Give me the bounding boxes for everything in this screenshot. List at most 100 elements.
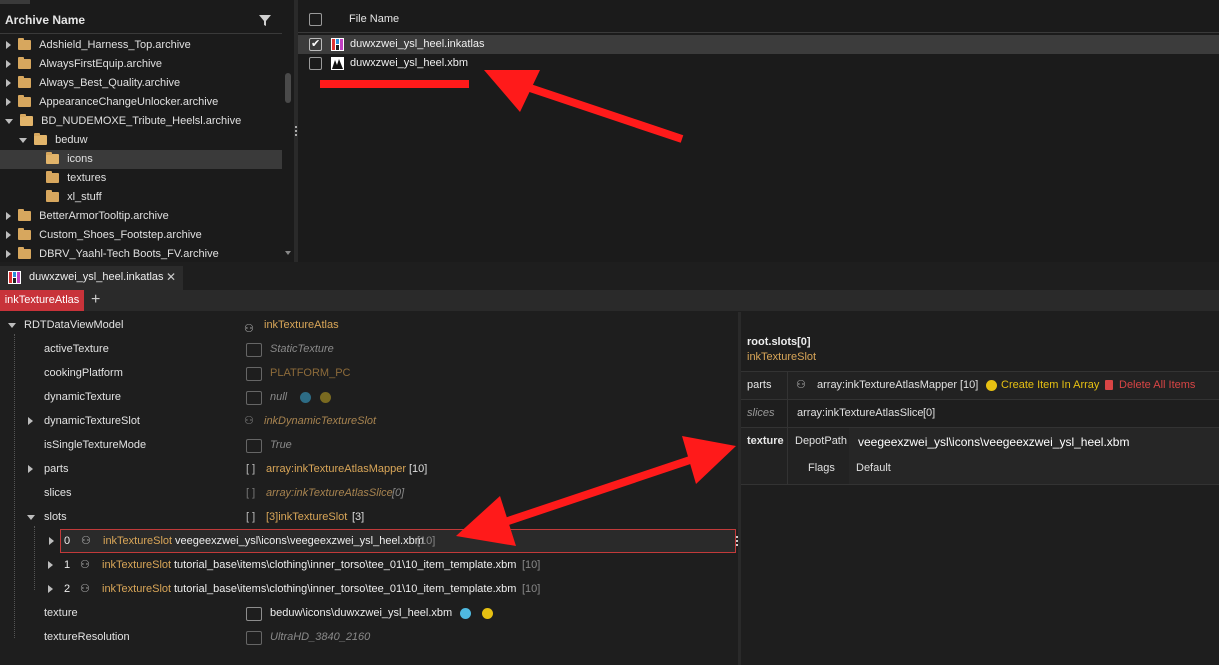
folder-item-label: textures	[67, 172, 107, 184]
expand-arrow-icon[interactable]	[28, 417, 33, 425]
close-tab-icon[interactable]: ✕	[166, 270, 176, 284]
folder-item-selected[interactable]: icons	[0, 150, 282, 169]
add-tab-icon[interactable]: +	[91, 291, 100, 309]
trash-icon[interactable]	[1105, 380, 1113, 390]
class-icon: ⚇	[80, 559, 90, 571]
file-row[interactable]: duwxzwei_ysl_heel.xbm	[298, 54, 1219, 73]
detail-count: [0]	[923, 407, 936, 419]
archive-item[interactable]: AlwaysFirstEquip.archive	[0, 55, 282, 74]
expand-arrow-icon[interactable]	[49, 537, 54, 545]
slot-row[interactable]: 1 ⚇ inkTextureSlot tutorial_base\items\c…	[0, 555, 738, 575]
archive-header[interactable]: Archive Name	[0, 7, 282, 34]
collapse-arrow-icon[interactable]	[5, 118, 13, 124]
scroll-down-icon[interactable]	[285, 251, 291, 255]
open-link-icon[interactable]	[300, 392, 311, 403]
go-back-icon[interactable]	[320, 392, 331, 403]
archive-item[interactable]: Adshield_Harness_Top.archive	[0, 36, 282, 55]
folder-open-icon	[20, 114, 34, 127]
property-row[interactable]: texture beduw\icons\duwxzwei_ysl_heel.xb…	[0, 603, 738, 623]
class-icon: ⚇	[244, 415, 254, 427]
expand-arrow-icon[interactable]	[6, 60, 11, 69]
property-row[interactable]: dynamicTextureSlot ⚇ inkDynamicTextureSl…	[0, 411, 738, 431]
open-link-icon[interactable]	[460, 608, 471, 619]
folder-item[interactable]: xl_stuff	[0, 188, 282, 207]
property-row[interactable]: slices [ ] array:inkTextureAtlasSlice [0…	[0, 483, 738, 503]
file-name-column-header[interactable]: File Name	[349, 13, 399, 25]
archive-item[interactable]: DBRV_Yaahl-Tech Boots_FV.archive	[0, 245, 282, 260]
document-tab[interactable]: duwxzwei_ysl_heel.inkatlas ✕	[0, 266, 183, 291]
select-all-checkbox[interactable]	[309, 13, 322, 26]
collapse-arrow-icon[interactable]	[27, 515, 35, 520]
folder-item[interactable]: beduw	[0, 131, 282, 150]
file-row[interactable]: ✔ duwxzwei_ysl_heel.inkatlas	[298, 35, 1219, 54]
property-name: dynamicTexture	[44, 391, 122, 403]
flags-value[interactable]: Default	[856, 462, 891, 474]
handle-icon	[246, 343, 262, 357]
go-back-icon[interactable]	[482, 608, 493, 619]
inkatlas-file-icon	[331, 38, 344, 51]
detail-label: texture	[747, 435, 784, 447]
expand-arrow-icon[interactable]	[6, 231, 11, 240]
expand-arrow-icon[interactable]	[6, 41, 11, 50]
property-value: True	[270, 439, 292, 451]
slot-path: tutorial_base\items\clothing\inner_torso…	[174, 583, 517, 595]
enum-icon	[246, 631, 262, 645]
archive-item-label: AppearanceChangeUnlocker.archive	[39, 96, 219, 108]
property-value: inkTextureAtlas	[264, 319, 339, 331]
detail-row-texture[interactable]: texture DepotPath veegeexzwei_ysl\icons\…	[741, 427, 1219, 485]
folder-icon	[18, 76, 32, 89]
archive-item[interactable]: BetterArmorTooltip.archive	[0, 207, 282, 226]
expand-arrow-icon[interactable]	[48, 561, 53, 569]
folder-icon	[18, 57, 32, 70]
property-row[interactable]: slots [ ] [3]inkTextureSlot [3]	[0, 507, 738, 527]
slot-row-selected[interactable]: 0 ⚇ inkTextureSlot veegeexzwei_ysl\icons…	[49, 529, 736, 553]
property-row[interactable]: cookingPlatform PLATFORM_PC	[0, 363, 738, 383]
property-row[interactable]: textureResolution UltraHD_3840_2160	[0, 627, 738, 647]
property-row[interactable]: dynamicTexture null	[0, 387, 738, 407]
collapse-arrow-icon[interactable]	[8, 323, 16, 328]
detail-panel	[741, 312, 1219, 665]
delete-all-button[interactable]: Delete All Items	[1119, 379, 1195, 391]
create-item-button[interactable]: Create Item In Array	[1001, 379, 1099, 391]
expand-arrow-icon[interactable]	[6, 98, 11, 107]
tree-root-row[interactable]: RDTDataViewModel ⚇ inkTextureAtlas	[0, 315, 738, 335]
depot-path-value[interactable]: veegeexzwei_ysl\icons\veegeexzwei_ysl_he…	[858, 435, 1129, 449]
slot-index: 2	[64, 583, 71, 595]
property-value: PLATFORM_PC	[270, 367, 351, 379]
archive-item[interactable]: BD_NUDEMOXE_Tribute_Heelsl.archive	[0, 112, 282, 131]
array-icon: [ ]	[246, 487, 256, 499]
property-row[interactable]: isSingleTextureMode True	[0, 435, 738, 455]
archive-scrollbar[interactable]	[284, 35, 292, 259]
archive-scrollbar-thumb[interactable]	[285, 73, 291, 103]
collapse-arrow-icon[interactable]	[19, 137, 27, 143]
file-checkbox[interactable]: ✔	[309, 38, 322, 51]
detail-row-slices[interactable]: slices array:inkTextureAtlasSlice [0]	[741, 399, 1219, 428]
slot-row[interactable]: 2 ⚇ inkTextureSlot tutorial_base\items\c…	[0, 579, 738, 599]
class-icon: ⚇	[796, 379, 806, 391]
property-row[interactable]: parts [ ] array:inkTextureAtlasMapper [1…	[0, 459, 738, 479]
add-circle-icon[interactable]	[986, 380, 997, 391]
expand-arrow-icon[interactable]	[6, 212, 11, 221]
property-row[interactable]: activeTexture StaticTexture	[0, 339, 738, 359]
expand-arrow-icon[interactable]	[28, 465, 33, 473]
archive-item[interactable]: Custom_Shoes_Footstep.archive	[0, 226, 282, 245]
expand-arrow-icon[interactable]	[6, 79, 11, 88]
inkatlas-file-icon	[8, 271, 21, 284]
enum-icon	[246, 367, 262, 381]
folder-item[interactable]: textures	[0, 169, 282, 188]
property-name: slices	[44, 487, 72, 499]
subtab-inktextureatlas[interactable]: inkTextureAtlas	[0, 290, 84, 311]
slot-index: 1	[64, 559, 71, 571]
archive-item[interactable]: AppearanceChangeUnlocker.archive	[0, 93, 282, 112]
archive-item[interactable]: Always_Best_Quality.archive	[0, 74, 282, 93]
file-checkbox[interactable]	[309, 57, 322, 70]
expand-arrow-icon[interactable]	[6, 250, 11, 259]
filter-icon[interactable]	[258, 13, 272, 27]
slot-count: [10]	[522, 559, 541, 571]
slot-type: inkTextureSlot	[102, 583, 172, 595]
detail-row-parts[interactable]: parts ⚇ array:inkTextureAtlasMapper [10]…	[741, 371, 1219, 400]
archive-item-label: DBRV_Yaahl-Tech Boots_FV.archive	[39, 248, 219, 260]
expand-arrow-icon[interactable]	[48, 585, 53, 593]
property-name: dynamicTextureSlot	[44, 415, 140, 427]
array-count: [10]	[409, 463, 428, 475]
